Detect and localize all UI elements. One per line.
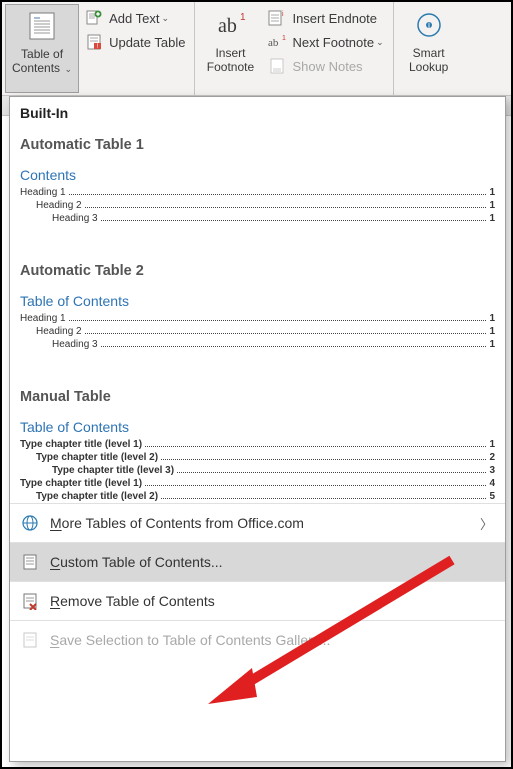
footnote-small-stack: i Insert Endnote ab1 Next Footnote ⌄ Sho…	[262, 4, 389, 93]
insert-footnote-icon: ab1	[213, 8, 247, 42]
toc-row: Heading 31	[10, 212, 505, 225]
insert-footnote-label-2: Footnote	[207, 60, 254, 74]
toc-dropdown-panel: Built-In Automatic Table 1 Contents Head…	[9, 96, 506, 762]
svg-text:i: i	[282, 11, 284, 18]
menu-remove-toc[interactable]: Remove Table of Contents	[10, 582, 505, 620]
menu-save-selection: Save Selection to Table of Contents Gall…	[10, 621, 505, 659]
svg-text:i: i	[428, 20, 430, 30]
globe-icon	[20, 513, 40, 533]
show-notes-icon	[268, 57, 286, 75]
toc-row: Type chapter title (level 2)5	[10, 490, 505, 503]
add-text-label: Add Text	[109, 11, 159, 26]
table-of-contents-button[interactable]: Table of Contents ⌄	[5, 4, 79, 93]
built-in-header: Built-In	[10, 97, 505, 129]
toc-row: Type chapter title (level 1)4	[10, 477, 505, 490]
insert-endnote-icon: i	[268, 9, 286, 27]
menu-custom-toc[interactable]: Custom Table of Contents...	[10, 543, 505, 581]
show-notes-label: Show Notes	[292, 59, 362, 74]
chevron-down-icon: ⌄	[376, 37, 384, 48]
ribbon-group-research: i Smart Lookup	[394, 2, 464, 95]
insert-endnote-label: Insert Endnote	[292, 11, 377, 26]
auto1-toc-label: Contents	[10, 161, 505, 186]
ribbon-group-toc: Table of Contents ⌄ Add Text ⌄ ! Update …	[2, 2, 195, 95]
insert-endnote-button[interactable]: i Insert Endnote	[262, 6, 389, 30]
preview-automatic-table-1[interactable]: Automatic Table 1 Contents Heading 11Hea…	[10, 129, 505, 225]
menu-save-label: Save Selection to Table of Contents Gall…	[50, 632, 330, 648]
toc-small-stack: Add Text ⌄ ! Update Table	[79, 4, 191, 93]
auto1-title: Automatic Table 1	[10, 129, 505, 161]
toc-row: Heading 21	[10, 199, 505, 212]
smart-lookup-label-2: Lookup	[409, 60, 448, 74]
next-footnote-button[interactable]: ab1 Next Footnote ⌄	[262, 30, 389, 54]
menu-more-label: More Tables of Contents from Office.com	[50, 515, 304, 531]
update-table-button[interactable]: ! Update Table	[79, 30, 191, 54]
preview-manual-table[interactable]: Manual Table Table of Contents Type chap…	[10, 381, 505, 503]
toc-row: Type chapter title (level 1)1	[10, 438, 505, 451]
toc-row: Heading 11	[10, 312, 505, 325]
toc-row: Type chapter title (level 2)2	[10, 451, 505, 464]
toc-row: Heading 21	[10, 325, 505, 338]
add-text-icon	[85, 9, 103, 27]
svg-text:1: 1	[240, 12, 246, 23]
insert-footnote-label-1: Insert	[215, 46, 245, 60]
toc-label-2: Contents	[12, 61, 60, 75]
manual-title: Manual Table	[10, 381, 505, 413]
auto2-title: Automatic Table 2	[10, 255, 505, 287]
svg-text:ab: ab	[218, 15, 237, 37]
toc-icon	[25, 9, 59, 43]
smart-lookup-label-1: Smart	[413, 46, 445, 60]
smart-lookup-button[interactable]: i Smart Lookup	[397, 4, 461, 93]
ribbon-group-footnotes: ab1 Insert Footnote i Insert Endnote ab1…	[195, 2, 393, 95]
show-notes-button[interactable]: Show Notes	[262, 54, 389, 78]
custom-toc-icon	[20, 552, 40, 572]
update-table-icon: !	[85, 33, 103, 51]
svg-text:ab: ab	[268, 37, 279, 49]
next-footnote-icon: ab1	[268, 33, 286, 51]
insert-footnote-button[interactable]: ab1 Insert Footnote	[198, 4, 262, 93]
toc-row: Heading 31	[10, 338, 505, 351]
manual-toc-label: Table of Contents	[10, 413, 505, 438]
menu-remove-label: Remove Table of Contents	[50, 593, 215, 609]
chevron-down-icon: ⌄	[161, 13, 169, 24]
next-footnote-label: Next Footnote	[292, 35, 374, 50]
toc-label-1: Table of	[21, 47, 63, 61]
toc-row: Type chapter title (level 3)3	[10, 464, 505, 477]
menu-custom-label: Custom Table of Contents...	[50, 554, 223, 570]
remove-toc-icon	[20, 591, 40, 611]
smart-lookup-icon: i	[412, 8, 446, 42]
preview-automatic-table-2[interactable]: Automatic Table 2 Table of Contents Head…	[10, 255, 505, 351]
save-selection-icon	[20, 630, 40, 650]
chevron-down-icon: ⌄	[62, 64, 72, 74]
svg-text:1: 1	[282, 35, 286, 42]
auto2-toc-label: Table of Contents	[10, 287, 505, 312]
menu-more-tables[interactable]: More Tables of Contents from Office.com …	[10, 504, 505, 542]
update-table-label: Update Table	[109, 35, 185, 50]
ribbon: Table of Contents ⌄ Add Text ⌄ ! Update …	[2, 2, 511, 96]
toc-row: Heading 11	[10, 186, 505, 199]
add-text-button[interactable]: Add Text ⌄	[79, 6, 191, 30]
chevron-right-icon: 〉	[480, 514, 493, 533]
